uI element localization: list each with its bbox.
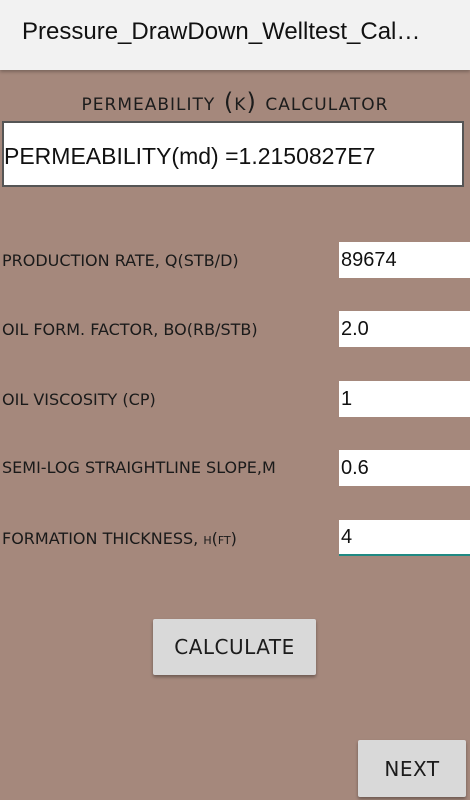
production-rate-label: PRODUCTION RATE, Q(STB/D)	[2, 251, 239, 270]
next-button[interactable]: NEXT	[358, 740, 466, 797]
oil-form-factor-label: OIL FORM. FACTOR, BO(RB/STB)	[2, 320, 258, 339]
slope-label: SEMI-LOG STRAIGHTLINE SLOPE,M	[2, 458, 276, 477]
calculate-button[interactable]: CALCULATE	[153, 619, 316, 675]
calculator-heading: PERMEABILITY (K) CALCULATOR	[81, 88, 389, 116]
result-text: PERMEABILITY(md) =1.2150827E7	[4, 143, 376, 169]
production-rate-input[interactable]	[339, 242, 470, 278]
formation-thickness-input[interactable]	[339, 520, 470, 556]
slope-input[interactable]	[339, 450, 470, 486]
app-title: Pressure_DrawDown_Welltest_Cal…	[22, 18, 421, 45]
result-display: PERMEABILITY(md) =1.2150827E7	[2, 121, 464, 187]
oil-viscosity-label: OIL VISCOSITY (CP)	[2, 390, 156, 409]
formation-thickness-label: FORMATION THICKNESS, h(ft)	[2, 529, 237, 548]
app-titlebar: Pressure_DrawDown_Welltest_Cal…	[0, 0, 470, 70]
oil-form-factor-input[interactable]	[339, 311, 470, 347]
oil-viscosity-input[interactable]	[339, 381, 470, 417]
